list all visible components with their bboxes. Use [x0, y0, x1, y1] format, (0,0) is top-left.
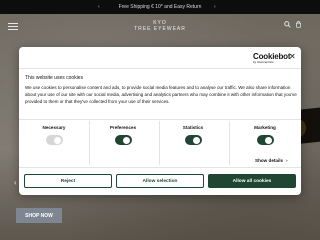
categories-top-divider	[19, 119, 301, 120]
close-icon[interactable]: ✕	[289, 53, 296, 61]
category-label: Necessary	[42, 125, 66, 130]
show-details-link[interactable]: Show details ›	[255, 158, 288, 163]
chevron-right-icon: ›	[286, 158, 288, 163]
chevron-left-icon[interactable]: ‹	[98, 4, 100, 10]
category-label: Marketing	[254, 125, 276, 130]
shop-now-button[interactable]: SHOP NOW	[16, 208, 62, 223]
dialog-title: This website uses cookies	[25, 75, 84, 81]
category-statistics: Statistics	[165, 125, 221, 145]
header-divider	[19, 68, 301, 69]
cookie-consent-dialog: Cookiebot by Usercentrics ✕ This website…	[19, 47, 301, 195]
reject-button[interactable]: Reject	[24, 174, 112, 188]
cart-icon[interactable]	[294, 21, 302, 29]
necessary-toggle	[45, 135, 63, 145]
carousel-prev-icon[interactable]: ‹	[14, 178, 17, 187]
announcement-bar: ‹ Free Shipping € 10* and Easy Return ›	[0, 0, 320, 14]
category-label: Preferences	[109, 125, 137, 130]
category-divider	[229, 121, 230, 165]
buttons-divider	[19, 167, 301, 168]
category-label: Statistics	[182, 125, 204, 130]
category-divider	[159, 121, 160, 165]
cookiebot-logo: Cookiebot by Usercentrics	[253, 52, 291, 64]
category-divider	[89, 121, 90, 165]
marketing-toggle[interactable]	[256, 135, 274, 145]
chevron-right-icon[interactable]: ›	[214, 4, 216, 10]
preferences-toggle[interactable]	[114, 135, 132, 145]
show-details-label: Show details	[255, 158, 284, 163]
logo-line-2: TREE EYEWEAR	[134, 26, 186, 32]
site-logo[interactable]: KYO TREE EYEWEAR	[0, 20, 320, 32]
allow-selection-button[interactable]: Allow selection	[116, 174, 204, 188]
category-marketing: Marketing	[237, 125, 293, 145]
category-necessary: Necessary	[26, 125, 82, 145]
category-preferences: Preferences	[95, 125, 151, 145]
search-icon[interactable]	[283, 21, 291, 29]
announcement-text: Free Shipping € 10* and Easy Return	[118, 4, 202, 10]
statistics-toggle[interactable]	[184, 135, 202, 145]
dialog-description: We use cookies to personalise content an…	[25, 85, 297, 104]
site-header: KYO TREE EYEWEAR	[0, 14, 320, 36]
allow-all-button[interactable]: Allow all cookies	[208, 174, 296, 188]
